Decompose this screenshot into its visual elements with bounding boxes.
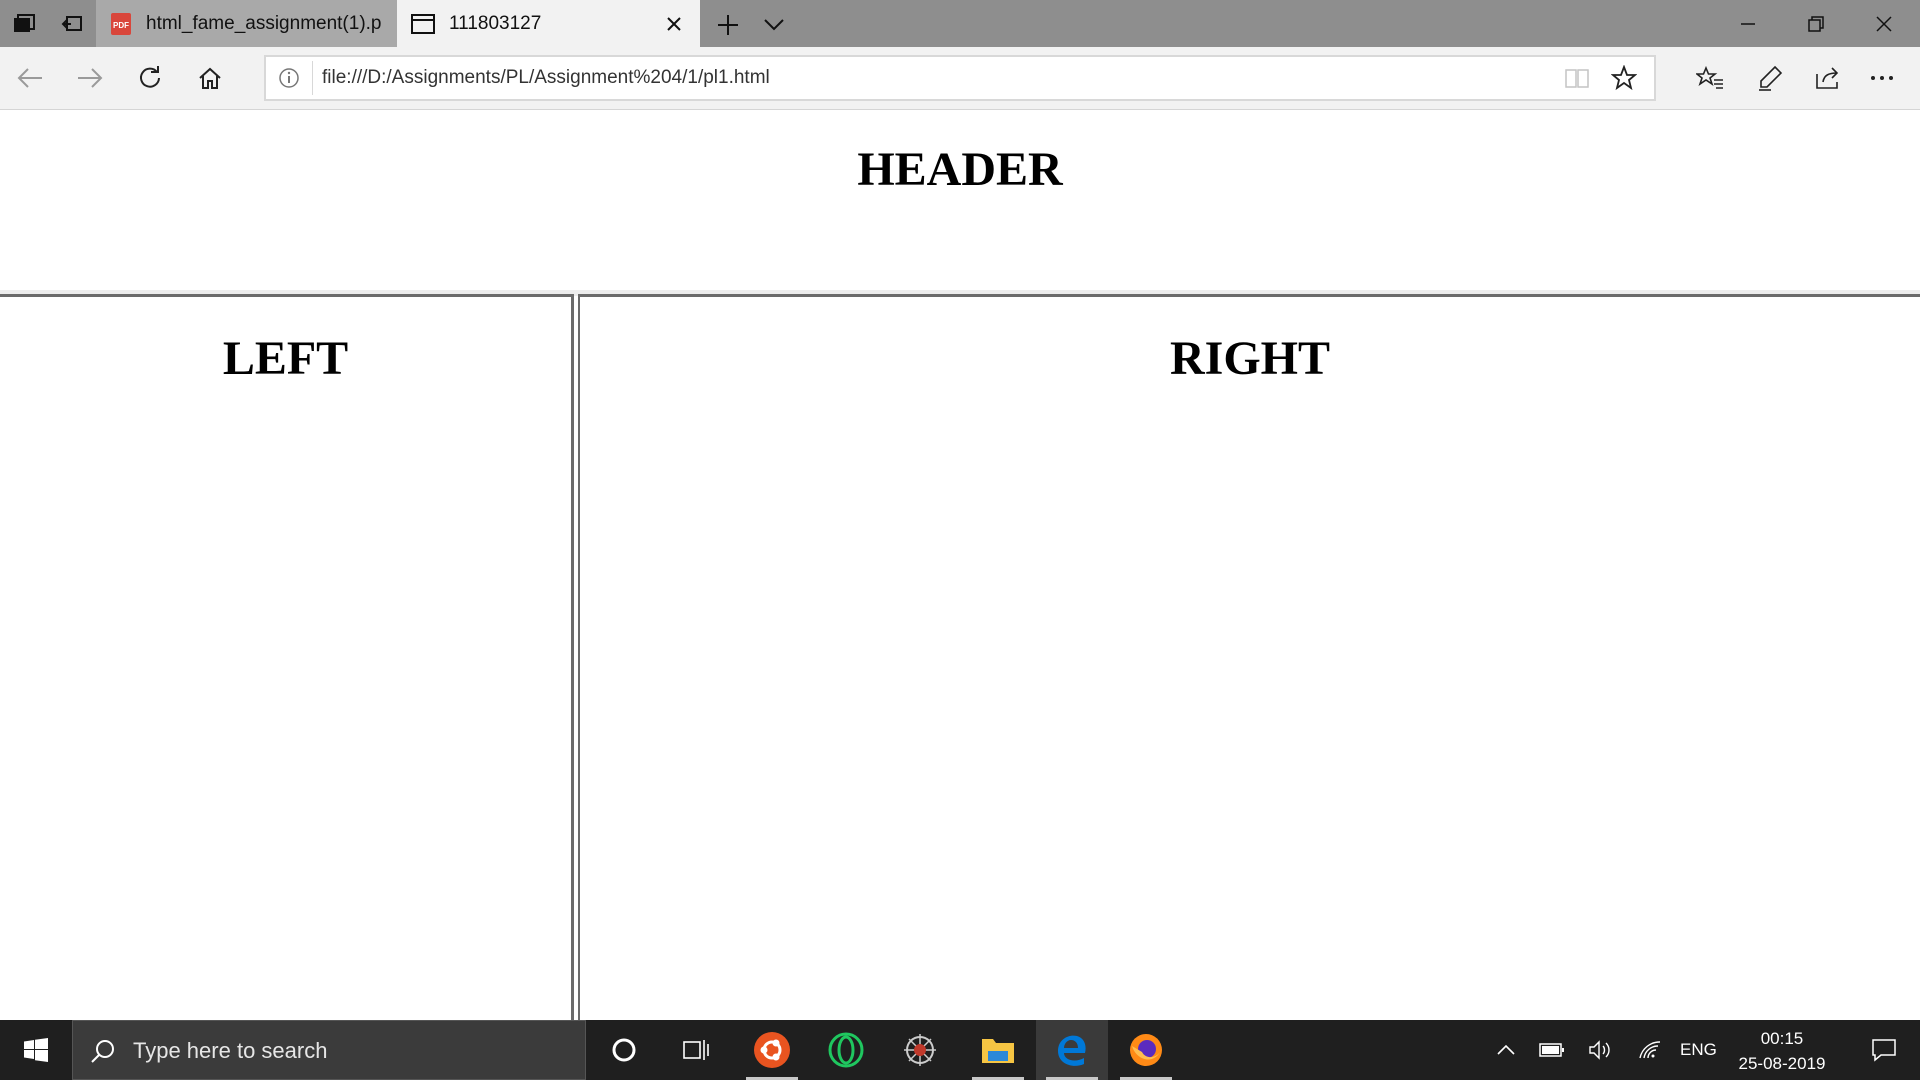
- spider-app-icon[interactable]: [884, 1020, 956, 1080]
- tab-label: 111803127: [449, 12, 542, 34]
- system-clock[interactable]: 00:15 25-08-2019: [1722, 1026, 1842, 1076]
- left-frame: LEFT: [0, 294, 574, 1020]
- info-icon[interactable]: [278, 67, 300, 89]
- ubuntu-icon[interactable]: [736, 1020, 808, 1080]
- search-icon: [87, 1035, 119, 1067]
- clock-date: 25-08-2019: [1738, 1054, 1826, 1073]
- set-tabs-aside-icon[interactable]: [48, 0, 96, 47]
- minimize-icon[interactable]: [1714, 0, 1782, 47]
- windows-start-icon[interactable]: [0, 1020, 72, 1080]
- volume-icon[interactable]: [1580, 1020, 1620, 1080]
- page-icon: [411, 13, 435, 34]
- favorite-star-icon[interactable]: [1611, 65, 1637, 91]
- back-arrow-icon[interactable]: [10, 58, 50, 98]
- clock-time: 00:15: [1760, 1029, 1804, 1048]
- tab-manager-icon[interactable]: [0, 0, 48, 47]
- firefox-icon[interactable]: [1110, 1020, 1182, 1080]
- header-frame: HEADER: [0, 110, 1920, 290]
- search-placeholder: Type here to search: [133, 1038, 328, 1063]
- address-bar[interactable]: file:///D:/Assignments/PL/Assignment%204…: [264, 55, 1656, 101]
- chevron-down-icon[interactable]: [758, 10, 790, 40]
- tab-label: html_fame_assignment(1).pd: [146, 12, 382, 34]
- file-explorer-icon[interactable]: [962, 1020, 1034, 1080]
- page-viewport: HEADER LEFT RIGHT: [0, 110, 1920, 1020]
- forward-arrow-icon[interactable]: [70, 58, 110, 98]
- tab-active-page[interactable]: 111803127: [397, 0, 700, 47]
- wifi-icon[interactable]: [1630, 1020, 1670, 1080]
- edge-icon[interactable]: [1036, 1020, 1108, 1080]
- tab-pdf[interactable]: PDF html_fame_assignment(1).pd: [96, 0, 397, 47]
- language-indicator[interactable]: ENG: [1680, 1020, 1717, 1080]
- task-view-icon[interactable]: [660, 1020, 732, 1080]
- opera-icon[interactable]: [810, 1020, 882, 1080]
- pen-notes-icon[interactable]: [1750, 58, 1790, 98]
- taskbar-search-box[interactable]: Type here to search: [72, 1020, 586, 1080]
- action-center-icon[interactable]: [1848, 1020, 1920, 1080]
- navigation-bar: file:///D:/Assignments/PL/Assignment%204…: [0, 47, 1920, 110]
- address-separator: [312, 61, 313, 95]
- pdf-icon: PDF: [110, 12, 132, 36]
- left-heading: LEFT: [222, 332, 349, 385]
- windows-taskbar: Type here to search ENG 00:15 25-08-2019: [0, 1020, 1920, 1080]
- right-frame: RIGHT: [578, 294, 1920, 1020]
- svg-text:PDF: PDF: [113, 21, 129, 30]
- refresh-icon[interactable]: [130, 58, 170, 98]
- close-tab-icon[interactable]: [662, 12, 686, 36]
- reading-view-icon[interactable]: [1564, 67, 1590, 89]
- new-tab-icon[interactable]: [712, 10, 744, 40]
- more-options-icon[interactable]: [1862, 58, 1902, 98]
- cortana-icon[interactable]: [588, 1020, 660, 1080]
- header-heading: HEADER: [857, 143, 1063, 196]
- browser-titlebar: PDF html_fame_assignment(1).pd 111803127: [0, 0, 1920, 47]
- battery-icon[interactable]: [1532, 1020, 1572, 1080]
- close-window-icon[interactable]: [1850, 0, 1918, 47]
- url-text[interactable]: file:///D:/Assignments/PL/Assignment%204…: [322, 57, 770, 99]
- right-heading: RIGHT: [1169, 332, 1331, 385]
- share-icon[interactable]: [1808, 58, 1848, 98]
- home-icon[interactable]: [190, 58, 230, 98]
- favorites-hub-icon[interactable]: [1690, 58, 1730, 98]
- restore-icon[interactable]: [1782, 0, 1850, 47]
- chevron-up-icon[interactable]: [1488, 1020, 1524, 1080]
